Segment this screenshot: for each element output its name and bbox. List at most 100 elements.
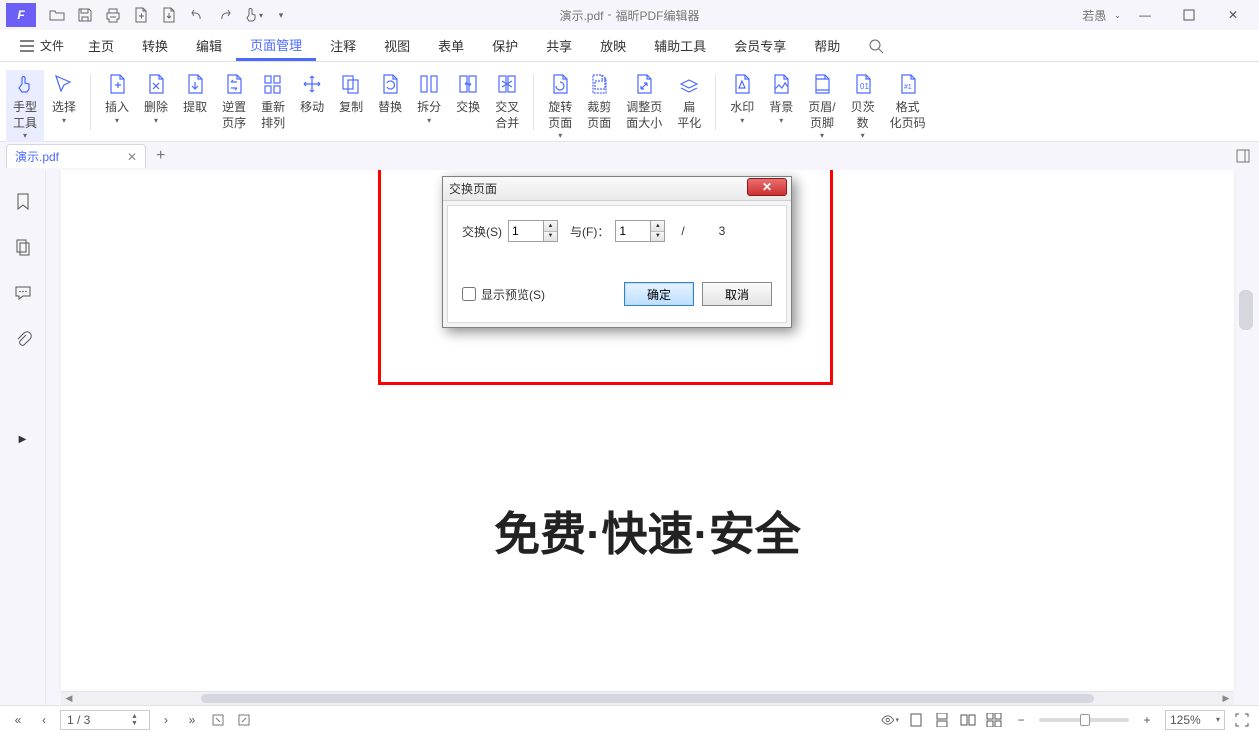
- tab-protect[interactable]: 保护: [478, 30, 532, 61]
- bookmark-icon[interactable]: [12, 190, 34, 212]
- print-icon[interactable]: [100, 2, 126, 28]
- scroll-left-icon[interactable]: ◀: [61, 693, 77, 704]
- page-spin-up-icon[interactable]: ▲: [131, 713, 145, 720]
- tab-convert[interactable]: 转换: [128, 30, 182, 61]
- insert-button[interactable]: 插入▾: [98, 70, 136, 128]
- dialog-titlebar[interactable]: 交换页面 ✕: [443, 177, 791, 201]
- page-number-input[interactable]: 1 / 3 ▲▼: [60, 710, 150, 730]
- file-menu[interactable]: 文件: [10, 30, 74, 61]
- dialog-close-button[interactable]: ✕: [747, 178, 787, 196]
- save-icon[interactable]: [72, 2, 98, 28]
- cross-merge-button[interactable]: 交叉 合并: [488, 70, 526, 133]
- facing-icon[interactable]: [959, 711, 977, 729]
- first-page-icon[interactable]: «: [8, 710, 28, 730]
- reverse-button[interactable]: 逆置 页序: [215, 70, 253, 133]
- preview-checkbox-input[interactable]: [462, 287, 476, 301]
- select-button[interactable]: 选择▾: [45, 70, 83, 128]
- with-page-spinner[interactable]: ▲▼: [615, 220, 665, 242]
- single-page-icon[interactable]: [907, 711, 925, 729]
- close-button[interactable]: ✕: [1213, 1, 1253, 29]
- page-spin-down-icon[interactable]: ▼: [131, 720, 145, 727]
- tab-accessibility[interactable]: 辅助工具: [640, 30, 720, 61]
- new-tab-button[interactable]: +: [156, 147, 165, 165]
- format-pagenum-button[interactable]: #1格式 化页码: [883, 70, 933, 133]
- nav-icon-1[interactable]: [208, 710, 228, 730]
- preview-checkbox[interactable]: 显示预览(S): [462, 286, 545, 303]
- tab-present[interactable]: 放映: [586, 30, 640, 61]
- expand-rail-icon[interactable]: ▶: [19, 434, 27, 445]
- delete-button[interactable]: 删除▾: [137, 70, 175, 128]
- scroll-thumb[interactable]: [201, 694, 1094, 703]
- tab-help[interactable]: 帮助: [800, 30, 854, 61]
- tab-view[interactable]: 视图: [370, 30, 424, 61]
- extract-button[interactable]: 提取: [176, 70, 214, 118]
- spin-down-icon[interactable]: ▼: [544, 232, 557, 242]
- comments-icon[interactable]: [12, 282, 34, 304]
- flatten-button[interactable]: 扁 平化: [670, 70, 708, 133]
- ok-button[interactable]: 确定: [624, 282, 694, 306]
- attachments-icon[interactable]: [12, 328, 34, 350]
- reading-mode-icon[interactable]: ▾: [881, 711, 899, 729]
- background-button[interactable]: 背景▾: [762, 70, 800, 128]
- with-page-input[interactable]: [616, 221, 650, 241]
- bates-button[interactable]: 01贝茨 数▾: [844, 70, 882, 144]
- replace-button[interactable]: 替换: [371, 70, 409, 118]
- rearrange-button[interactable]: 重新 排列: [254, 70, 292, 133]
- pages-icon[interactable]: [12, 236, 34, 258]
- move-button[interactable]: 移动: [293, 70, 331, 118]
- search-menu[interactable]: [854, 30, 898, 61]
- swap-page-spinner[interactable]: ▲▼: [508, 220, 558, 242]
- zoom-value-box[interactable]: 125% ▾: [1165, 710, 1225, 730]
- panel-toggle-icon[interactable]: [1233, 146, 1253, 166]
- zoom-dropdown-icon[interactable]: ▾: [1216, 715, 1220, 724]
- resize-button[interactable]: 调整页 面大小: [619, 70, 669, 133]
- cancel-button[interactable]: 取消: [702, 282, 772, 306]
- qat-more-icon[interactable]: ▾: [268, 2, 294, 28]
- new-doc-icon[interactable]: [128, 2, 154, 28]
- crop-button[interactable]: 裁剪 页面: [580, 70, 618, 133]
- continuous-icon[interactable]: [933, 711, 951, 729]
- duplicate-button[interactable]: 复制: [332, 70, 370, 118]
- tab-annotate[interactable]: 注释: [316, 30, 370, 61]
- tab-home[interactable]: 主页: [74, 30, 128, 61]
- redo-icon[interactable]: [212, 2, 238, 28]
- fullscreen-icon[interactable]: [1233, 711, 1251, 729]
- tab-vip[interactable]: 会员专享: [720, 30, 800, 61]
- split-button[interactable]: 拆分▾: [410, 70, 448, 128]
- zoom-slider[interactable]: [1039, 718, 1129, 722]
- undo-icon[interactable]: [184, 2, 210, 28]
- zoom-in-button[interactable]: +: [1137, 710, 1157, 730]
- swap-page-input[interactable]: [509, 221, 543, 241]
- user-label[interactable]: 若愚: [1082, 7, 1106, 24]
- vertical-scrollbar[interactable]: [1239, 290, 1253, 505]
- close-tab-icon[interactable]: ✕: [127, 150, 137, 164]
- tab-share[interactable]: 共享: [532, 30, 586, 61]
- tab-edit[interactable]: 编辑: [182, 30, 236, 61]
- tab-form[interactable]: 表单: [424, 30, 478, 61]
- spin-up-icon[interactable]: ▲: [651, 221, 664, 232]
- slider-handle[interactable]: [1080, 714, 1090, 726]
- touch-mode-icon[interactable]: ▾: [240, 2, 266, 28]
- zoom-out-button[interactable]: −: [1011, 710, 1031, 730]
- spin-up-icon[interactable]: ▲: [544, 221, 557, 232]
- spin-down-icon[interactable]: ▼: [651, 232, 664, 242]
- continuous-facing-icon[interactable]: [985, 711, 1003, 729]
- open-icon[interactable]: [44, 2, 70, 28]
- document-tab[interactable]: 演示.pdf ✕: [6, 144, 146, 168]
- user-menu-icon[interactable]: ⌄: [1114, 11, 1121, 20]
- export-icon[interactable]: [156, 2, 182, 28]
- header-footer-button[interactable]: 页眉/ 页脚▾: [801, 70, 842, 144]
- rotate-button[interactable]: 旋转 页面▾: [541, 70, 579, 144]
- scroll-right-icon[interactable]: ▶: [1218, 693, 1234, 704]
- horizontal-scrollbar[interactable]: ◀ ▶: [61, 691, 1234, 705]
- swap-button[interactable]: 交换: [449, 70, 487, 118]
- nav-icon-2[interactable]: [234, 710, 254, 730]
- next-page-icon[interactable]: ›: [156, 710, 176, 730]
- watermark-button[interactable]: 水印▾: [723, 70, 761, 128]
- tab-page-manage[interactable]: 页面管理: [236, 30, 316, 61]
- vscroll-thumb[interactable]: [1239, 290, 1253, 330]
- prev-page-icon[interactable]: ‹: [34, 710, 54, 730]
- minimize-button[interactable]: —: [1125, 1, 1165, 29]
- last-page-icon[interactable]: »: [182, 710, 202, 730]
- maximize-button[interactable]: [1169, 1, 1209, 29]
